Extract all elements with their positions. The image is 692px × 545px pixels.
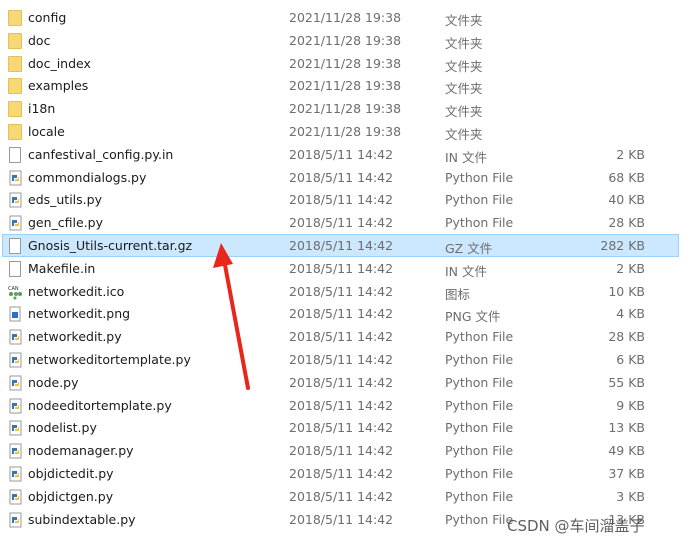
- red-arrow-annotation: [213, 243, 250, 390]
- watermark: CSDN @车间溜盖子: [507, 517, 645, 535]
